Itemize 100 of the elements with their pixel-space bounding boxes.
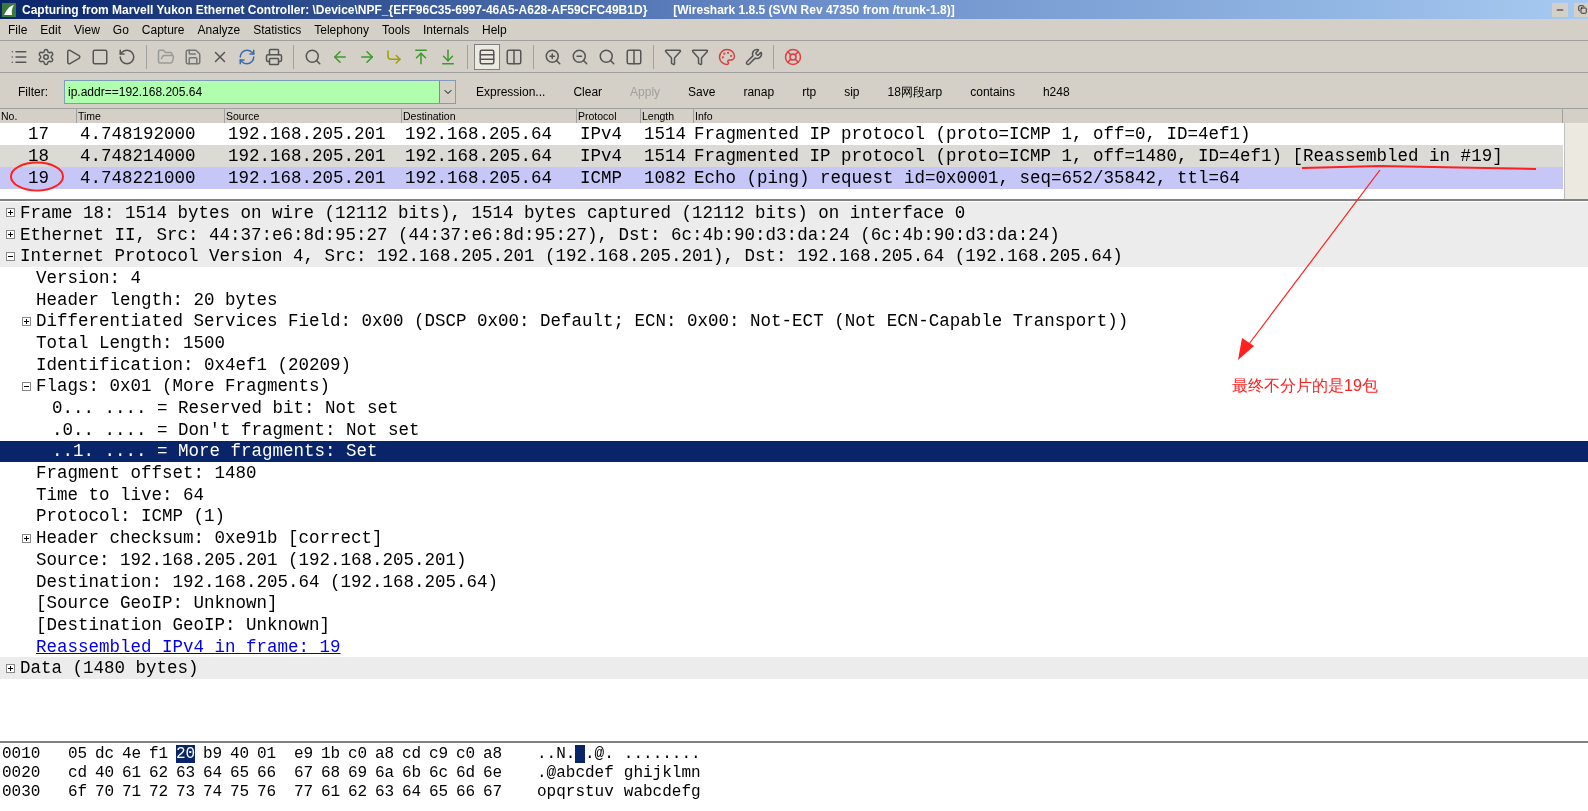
- hex-byte[interactable]: f1: [149, 744, 168, 763]
- filter-button[interactable]: ranap: [729, 79, 789, 104]
- hex-byte[interactable]: e9: [294, 744, 313, 763]
- menu-item[interactable]: Go: [112, 20, 129, 39]
- zoom-out-icon[interactable]: [571, 47, 589, 66]
- hex-byte[interactable]: c9: [429, 744, 448, 763]
- menu-item[interactable]: Edit: [40, 20, 62, 39]
- hex-byte[interactable]: 6f: [68, 782, 87, 801]
- hex-byte[interactable]: 6e: [483, 763, 502, 782]
- tree-item[interactable]: Protocol: ICMP (1): [36, 506, 226, 527]
- expand-icon[interactable]: [5, 208, 15, 218]
- coloring-rules-icon[interactable]: [718, 47, 736, 66]
- tree-item[interactable]: Header length: 20 bytes: [36, 289, 278, 310]
- resize-columns-icon[interactable]: [625, 47, 643, 66]
- collapse-icon[interactable]: [5, 251, 15, 261]
- menu-item[interactable]: Telephony: [314, 20, 369, 39]
- hex-byte[interactable]: 67: [294, 763, 313, 782]
- tree-item[interactable]: Source: 192.168.205.201 (192.168.205.201): [36, 549, 467, 570]
- menu-item[interactable]: Statistics: [253, 20, 302, 39]
- restart-capture-icon[interactable]: [118, 47, 136, 66]
- hex-byte[interactable]: 65: [429, 782, 448, 801]
- tree-item[interactable]: Differentiated Services Field: 0x00 (DSCP 0x00: Default; ECN: 0x00: Not-ECT (Not ECN-Capable Transport)): [36, 311, 1129, 332]
- hex-byte[interactable]: cd: [402, 744, 421, 763]
- hex-byte[interactable]: 6b: [402, 763, 421, 782]
- hex-byte[interactable]: 6a: [375, 763, 394, 782]
- hex-byte[interactable]: 62: [149, 763, 168, 782]
- filter-button[interactable]: rtp: [788, 79, 831, 104]
- hex-byte[interactable]: b9: [203, 744, 222, 763]
- filter-button[interactable]: Expression...: [462, 79, 560, 104]
- hex-byte[interactable]: 62: [348, 782, 367, 801]
- tree-item[interactable]: Version: 4: [36, 267, 142, 288]
- filter-field[interactable]: ip.addr==192.168.205.64: [64, 79, 456, 104]
- expand-icon[interactable]: [21, 533, 31, 543]
- colorize-toggle[interactable]: [474, 43, 500, 70]
- hex-byte[interactable]: c0: [348, 744, 367, 763]
- menu-item[interactable]: File: [8, 20, 28, 39]
- hex-byte[interactable]: 63: [176, 763, 195, 782]
- tree-item[interactable]: Data (1480 bytes): [20, 658, 199, 679]
- hex-byte[interactable]: 74: [203, 782, 222, 801]
- tree-item[interactable]: Fragment offset: 1480: [36, 463, 257, 484]
- hex-byte[interactable]: 67: [483, 782, 502, 801]
- hex-byte[interactable]: a8: [375, 744, 394, 763]
- menu-item[interactable]: Capture: [141, 20, 185, 39]
- hex-byte[interactable]: 61: [122, 763, 141, 782]
- tree-item[interactable]: Time to live: 64: [36, 484, 205, 505]
- filter-button[interactable]: contains: [956, 79, 1029, 104]
- minimize-button[interactable]: [1552, 2, 1568, 17]
- frame-link[interactable]: Reassembled IPv4 in frame: 19: [36, 636, 341, 657]
- hex-byte[interactable]: 64: [203, 763, 222, 782]
- expand-icon[interactable]: [5, 663, 15, 673]
- stop-capture-icon[interactable]: [91, 47, 109, 66]
- hex-byte[interactable]: 75: [230, 782, 249, 801]
- hex-byte[interactable]: c0: [456, 744, 475, 763]
- tree-item[interactable]: [Destination GeoIP: Unknown]: [36, 614, 331, 635]
- filter-button[interactable]: sip: [830, 79, 874, 104]
- capture-options-icon[interactable]: [37, 47, 55, 66]
- hex-byte[interactable]: 1b: [321, 744, 340, 763]
- hex-byte[interactable]: 4e: [122, 744, 141, 763]
- start-capture-icon[interactable]: [64, 47, 82, 66]
- hex-byte[interactable]: 77: [294, 782, 313, 801]
- expand-icon[interactable]: [21, 316, 31, 326]
- tree-item[interactable]: Identification: 0x4ef1 (20209): [36, 354, 352, 375]
- tree-item[interactable]: Total Length: 1500: [36, 332, 226, 353]
- menu-item[interactable]: Tools: [382, 20, 410, 39]
- hex-byte[interactable]: a8: [483, 744, 502, 763]
- packet-row[interactable]: 19 4.748221000 192.168.205.201 192.168.205.64 ICMP 1082 Echo (ping) request id=0x0001, seq=652/35842, ttl=64: [0, 167, 1563, 189]
- hex-byte[interactable]: 73: [176, 782, 195, 801]
- tree-item[interactable]: ..1. .... = More fragments: Set: [52, 441, 378, 462]
- packet-row[interactable]: 18 4.748214000 192.168.205.201 192.168.205.64 IPv4 1514 Fragmented IP protocol (proto=ICMP 1, off=1480, ID=4ef1) [Reassembled in #19]: [0, 145, 1563, 167]
- hex-byte[interactable]: 40: [95, 763, 114, 782]
- menu-item[interactable]: Internals: [423, 20, 470, 39]
- filter-button[interactable]: h248: [1028, 79, 1084, 104]
- tree-item[interactable]: 0... .... = Reserved bit: Not set: [52, 398, 399, 419]
- hex-byte[interactable]: 69: [348, 763, 367, 782]
- menu-item[interactable]: Analyze: [197, 20, 241, 39]
- hex-byte[interactable]: 70: [95, 782, 114, 801]
- tree-item[interactable]: [Source GeoIP: Unknown]: [36, 593, 278, 614]
- print-icon[interactable]: [265, 47, 283, 66]
- hex-byte[interactable]: 01: [257, 744, 276, 763]
- reload-icon[interactable]: [238, 47, 256, 66]
- scrollbar[interactable]: [1564, 123, 1588, 199]
- hex-byte[interactable]: 05: [68, 744, 87, 763]
- menu-item[interactable]: View: [74, 20, 100, 39]
- save-icon[interactable]: [184, 47, 202, 66]
- display-filter-icon[interactable]: [691, 47, 709, 66]
- help-icon[interactable]: [784, 47, 802, 66]
- hex-byte[interactable]: 66: [257, 763, 276, 782]
- hex-byte[interactable]: 68: [321, 763, 340, 782]
- hex-byte[interactable]: 20: [176, 744, 195, 763]
- hex-byte[interactable]: 71: [122, 782, 141, 801]
- filter-button[interactable]: Clear: [559, 79, 617, 104]
- normal-size-icon[interactable]: [598, 47, 616, 66]
- preferences-icon[interactable]: [745, 47, 763, 66]
- menu-item[interactable]: Help: [482, 20, 507, 39]
- hex-byte[interactable]: 6c: [429, 763, 448, 782]
- hex-byte[interactable]: 72: [149, 782, 168, 801]
- restore-button[interactable]: [1574, 2, 1588, 17]
- tree-item[interactable]: Header checksum: 0xe91b [correct]: [36, 528, 383, 549]
- hex-byte[interactable]: 6d: [456, 763, 475, 782]
- hex-byte[interactable]: dc: [95, 744, 114, 763]
